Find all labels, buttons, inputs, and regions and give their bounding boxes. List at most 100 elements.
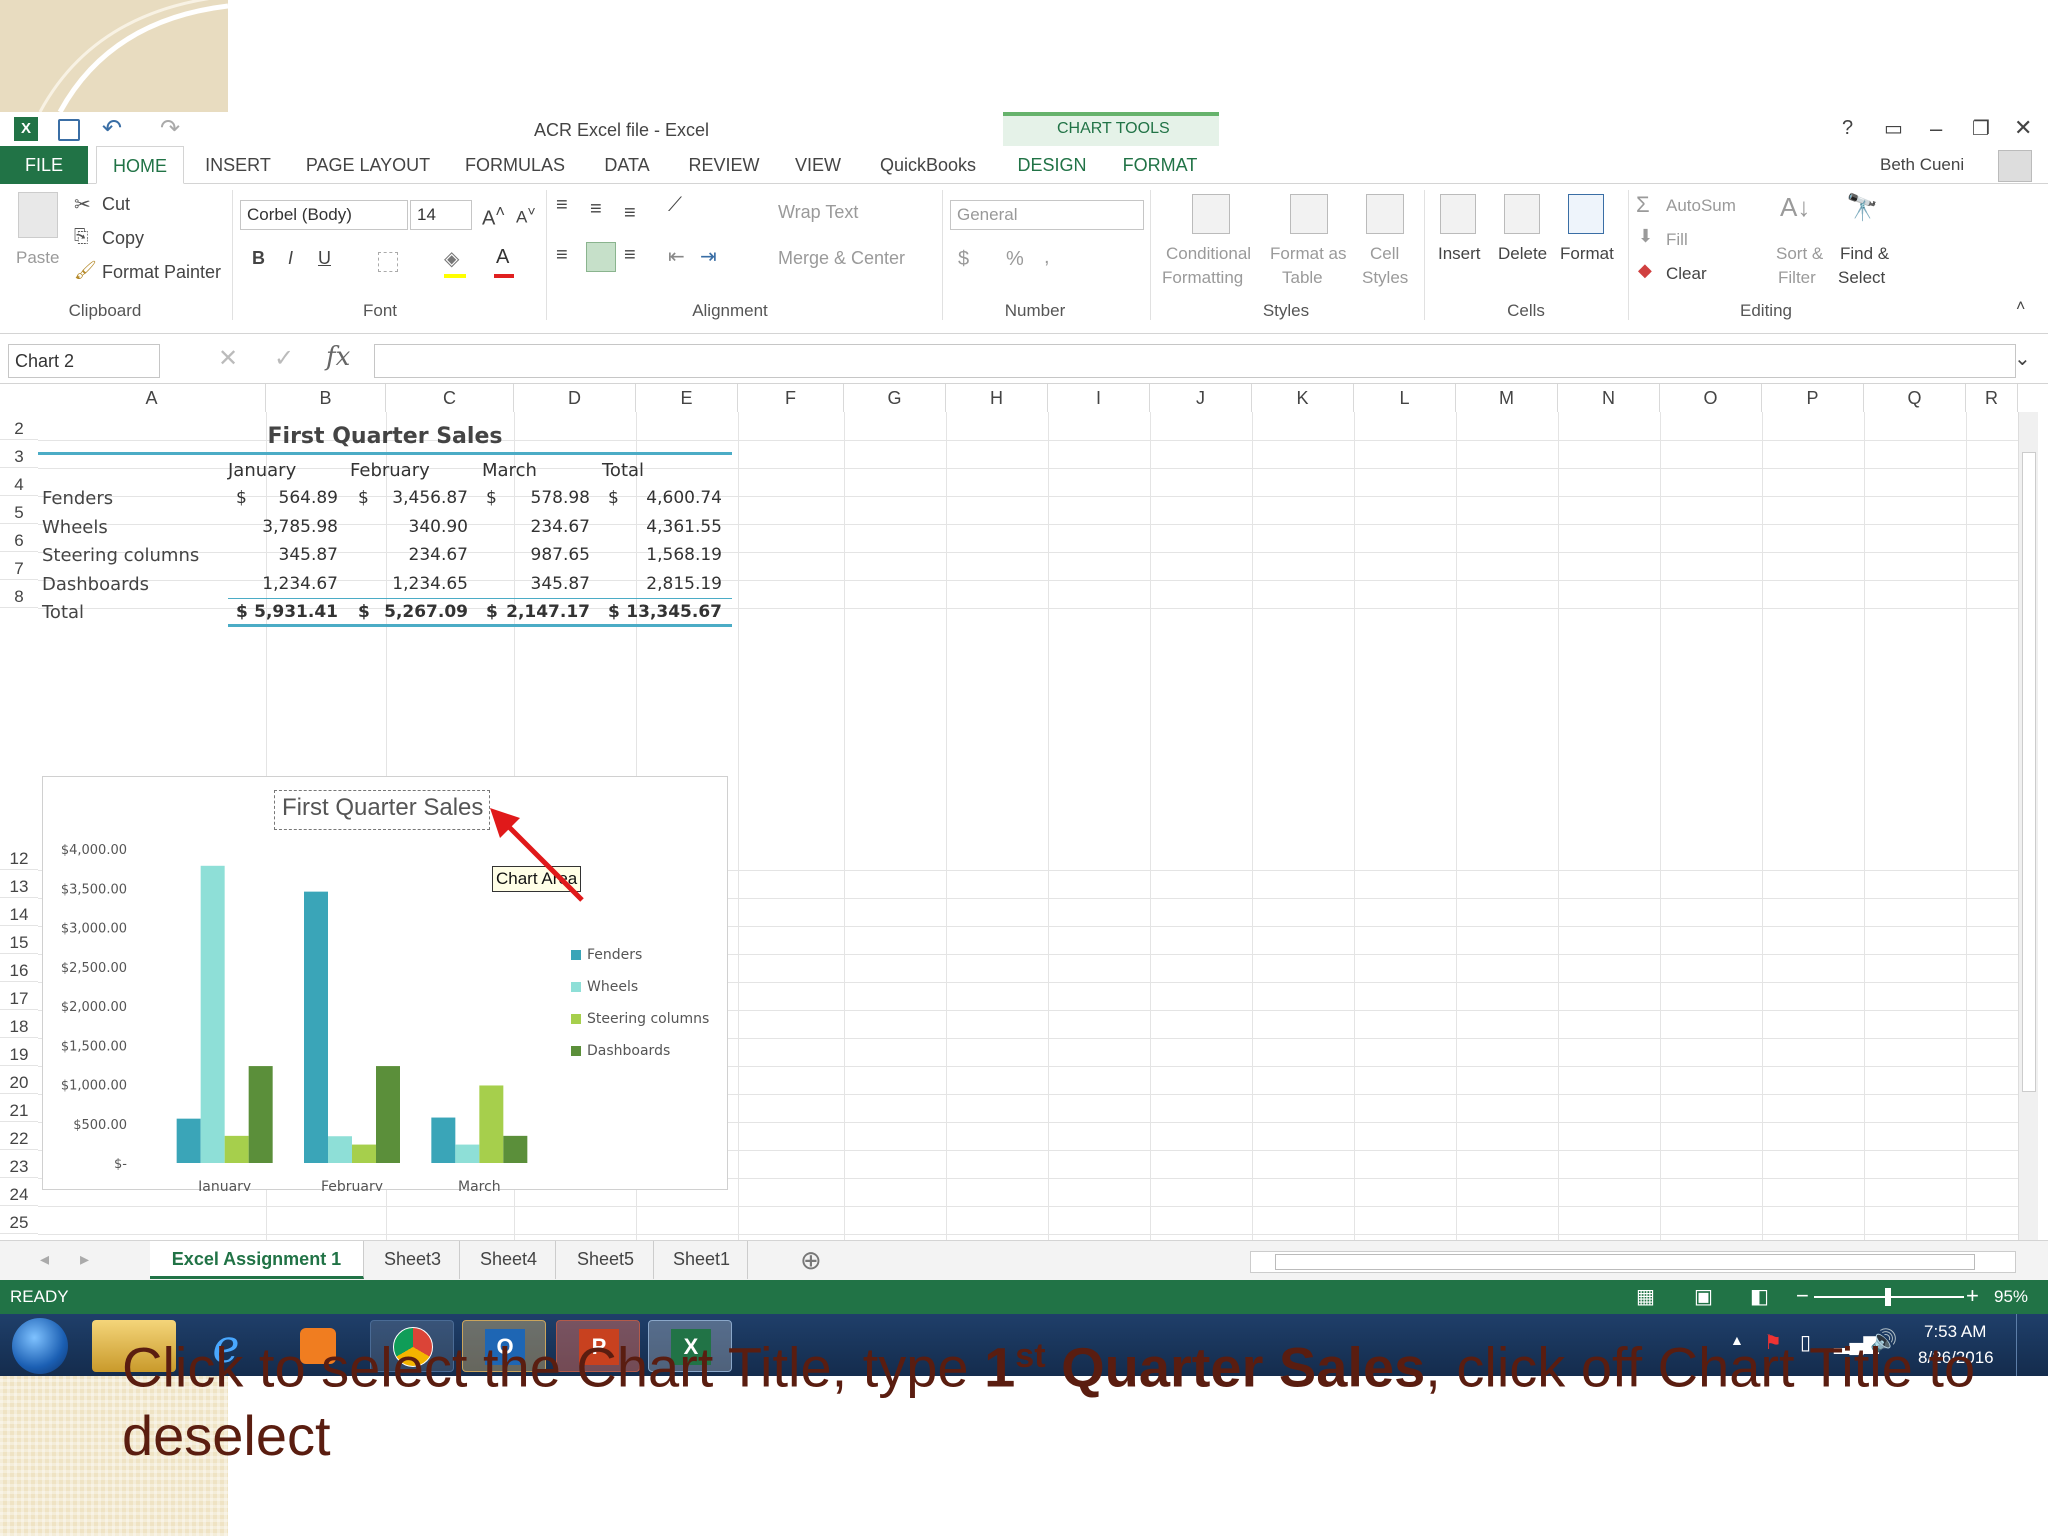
vertical-scrollbar[interactable] bbox=[2018, 412, 2038, 1240]
row-header-4[interactable]: 4 bbox=[0, 468, 38, 496]
cell-styles-icon[interactable] bbox=[1366, 194, 1404, 234]
row-header-17[interactable]: 17 bbox=[0, 982, 38, 1010]
expand-formula-icon[interactable]: ⌄ bbox=[2014, 346, 2031, 371]
zoom-slider-thumb[interactable] bbox=[1885, 1288, 1892, 1306]
table-cell[interactable]: 1,568.19 bbox=[602, 545, 722, 565]
chart-area[interactable]: $4,000.00 $3,500.00 $3,000.00 $2,500.00 $2,0… bbox=[42, 776, 729, 1195]
row-header-24[interactable]: 24 bbox=[0, 1178, 38, 1206]
sheet-tab[interactable]: Sheet3 bbox=[366, 1241, 460, 1279]
row-header-21[interactable]: 21 bbox=[0, 1094, 38, 1122]
sort-filter-icon[interactable]: A↓ bbox=[1780, 192, 1810, 223]
column-header-L[interactable]: L bbox=[1354, 384, 1456, 412]
table-cell[interactable]: 4,600.74 bbox=[602, 488, 722, 508]
table-cell[interactable]: 2,147.17 bbox=[470, 602, 590, 622]
column-header-E[interactable]: E bbox=[636, 384, 738, 412]
font-size-select[interactable]: 14 bbox=[410, 200, 472, 230]
format-painter-icon[interactable]: 🖌 bbox=[74, 260, 97, 281]
clear-button[interactable]: Clear bbox=[1666, 264, 1707, 284]
fill-color-icon[interactable]: ◈ bbox=[444, 246, 459, 271]
decrease-indent-icon[interactable]: ⇤ bbox=[668, 244, 685, 269]
shrink-font-icon[interactable]: A˅ bbox=[516, 204, 536, 228]
column-header-O[interactable]: O bbox=[1660, 384, 1762, 412]
start-button-icon[interactable] bbox=[12, 1318, 68, 1374]
table-cell[interactable]: 234.67 bbox=[470, 517, 590, 537]
align-center-icon[interactable] bbox=[586, 242, 616, 272]
table-row-label[interactable]: Dashboards bbox=[42, 574, 149, 595]
row-header-14[interactable]: 14 bbox=[0, 898, 38, 926]
confirm-entry-icon[interactable]: ✓ bbox=[274, 344, 294, 373]
table-cell[interactable]: 578.98 bbox=[470, 488, 590, 508]
bar-steering-columns[interactable] bbox=[224, 1135, 249, 1163]
conditional-formatting-button[interactable]: Conditional bbox=[1166, 244, 1251, 264]
legend-entry[interactable]: Dashboards bbox=[587, 1043, 670, 1059]
ribbon-display-icon[interactable]: ▭ bbox=[1884, 116, 1903, 141]
worksheet-grid[interactable]: ABCDEFGHIJKLMNOPQR 2 3 4 5 6 7 8 12 13 14 15 16 17 18… bbox=[0, 384, 2048, 1240]
row-header-16[interactable]: 16 bbox=[0, 954, 38, 982]
table-header-cell[interactable]: March bbox=[482, 460, 537, 481]
bar-wheels[interactable] bbox=[328, 1136, 352, 1163]
row-header-3[interactable]: 3 bbox=[0, 440, 38, 468]
cut-icon[interactable]: ✂ bbox=[74, 192, 91, 217]
italic-button[interactable]: I bbox=[288, 248, 293, 269]
table-row-label[interactable]: Steering columns bbox=[42, 545, 199, 566]
merge-center-button[interactable]: Merge & Center bbox=[778, 248, 905, 269]
minimize-icon[interactable]: – bbox=[1930, 116, 1942, 142]
delete-cells-button[interactable]: Delete bbox=[1498, 244, 1547, 264]
legend-entry[interactable]: Steering columns bbox=[587, 1011, 709, 1027]
font-color-icon[interactable]: A bbox=[496, 246, 509, 269]
column-header-N[interactable]: N bbox=[1558, 384, 1660, 412]
font-name-select[interactable]: Corbel (Body) bbox=[240, 200, 408, 230]
format-painter-button[interactable]: Format Painter bbox=[102, 262, 221, 283]
row-header-2[interactable]: 2 bbox=[0, 412, 38, 440]
row-header-12[interactable]: 12 bbox=[0, 842, 38, 870]
cell-styles-button[interactable]: Cell bbox=[1370, 244, 1399, 264]
table-row-label[interactable]: Total bbox=[42, 602, 84, 623]
table-cell[interactable]: 13,345.67 bbox=[602, 602, 722, 622]
row-header-6[interactable]: 6 bbox=[0, 524, 38, 552]
table-cell[interactable]: 4,361.55 bbox=[602, 517, 722, 537]
bar-dashboards[interactable] bbox=[376, 1066, 400, 1163]
table-cell[interactable]: 345.87 bbox=[218, 545, 338, 565]
h-scroll-thumb[interactable] bbox=[1275, 1254, 1975, 1270]
column-header-D[interactable]: D bbox=[514, 384, 636, 412]
column-header-I[interactable]: I bbox=[1048, 384, 1150, 412]
table-cell[interactable]: 3,785.98 bbox=[218, 517, 338, 537]
table-cell[interactable]: 3,456.87 bbox=[348, 488, 468, 508]
show-desktop-button[interactable] bbox=[2016, 1314, 2048, 1376]
underline-button[interactable]: U bbox=[318, 248, 331, 269]
row-header-7[interactable]: 7 bbox=[0, 552, 38, 580]
sheet-tab[interactable]: Sheet5 bbox=[558, 1241, 654, 1279]
autosum-button[interactable]: AutoSum bbox=[1666, 196, 1736, 216]
fill-icon[interactable]: ⬇ bbox=[1638, 226, 1653, 247]
table-cell[interactable]: 345.87 bbox=[470, 574, 590, 594]
bar-dashboards[interactable] bbox=[248, 1066, 273, 1163]
chart-svg[interactable]: $4,000.00 $3,500.00 $3,000.00 $2,500.00 $2,0… bbox=[43, 777, 729, 1195]
orientation-icon[interactable]: ⟋ bbox=[668, 194, 682, 217]
format-as-table-icon[interactable] bbox=[1290, 194, 1328, 234]
column-header-M[interactable]: M bbox=[1456, 384, 1558, 412]
tab-page-layout[interactable]: PAGE LAYOUT bbox=[298, 146, 438, 184]
column-header-B[interactable]: B bbox=[266, 384, 386, 412]
scroll-thumb[interactable] bbox=[2022, 452, 2036, 1092]
table-cell[interactable]: 5,931.41 bbox=[218, 602, 338, 622]
table-cell[interactable]: 340.90 bbox=[348, 517, 468, 537]
bar-fenders[interactable] bbox=[176, 1118, 201, 1163]
row-header-25[interactable]: 25 bbox=[0, 1206, 38, 1234]
insert-cells-button[interactable]: Insert bbox=[1438, 244, 1481, 264]
collapse-ribbon-icon[interactable]: ˄ bbox=[2016, 298, 2025, 316]
column-header-H[interactable]: H bbox=[946, 384, 1048, 412]
legend-entry[interactable]: Wheels bbox=[587, 979, 638, 995]
formula-input[interactable] bbox=[374, 344, 2016, 378]
bar-fenders[interactable] bbox=[431, 1117, 456, 1163]
column-header-C[interactable]: C bbox=[386, 384, 514, 412]
align-bottom-icon[interactable]: ≡ bbox=[624, 202, 636, 225]
sheet-tab[interactable]: Excel Assignment 1 bbox=[150, 1241, 364, 1279]
zoom-in-button[interactable]: + bbox=[1966, 1283, 1979, 1309]
format-cells-button[interactable]: Format bbox=[1560, 244, 1614, 264]
row-header-23[interactable]: 23 bbox=[0, 1150, 38, 1178]
percent-button[interactable]: % bbox=[1006, 248, 1024, 271]
tab-quickbooks[interactable]: QuickBooks bbox=[870, 146, 986, 184]
row-header-13[interactable]: 13 bbox=[0, 870, 38, 898]
column-header-J[interactable]: J bbox=[1150, 384, 1252, 412]
undo-icon[interactable]: ↶ bbox=[102, 114, 122, 143]
